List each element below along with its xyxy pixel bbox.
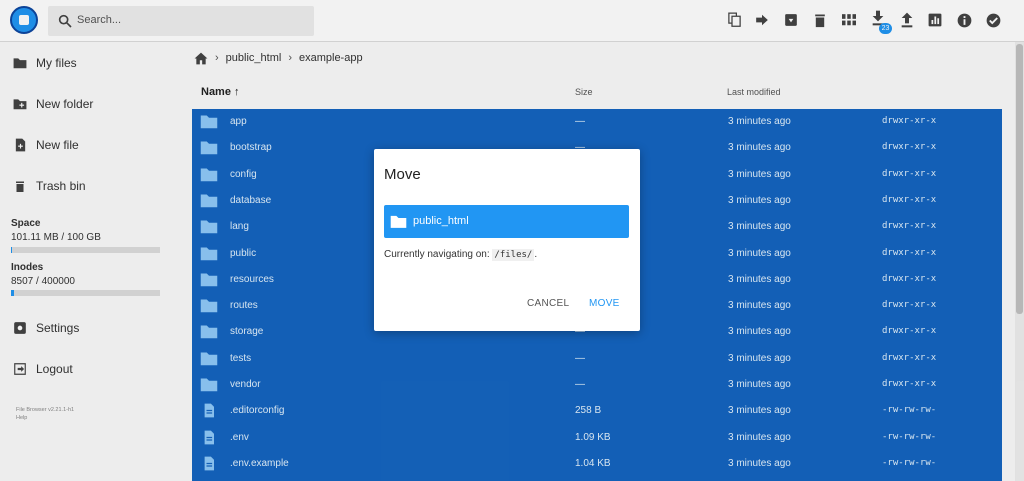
cancel-button[interactable]: CANCEL <box>527 298 569 309</box>
current-path-suffix: . <box>534 249 538 260</box>
current-path-value: /files/ <box>492 249 535 261</box>
move-dialog: Move public_html Currently navigating on… <box>374 149 640 331</box>
move-button[interactable]: MOVE <box>589 298 620 309</box>
directory-item-public-html[interactable]: public_html <box>384 205 629 238</box>
current-path-text: Currently navigating on: /files/. <box>384 249 538 261</box>
dialog-title: Move <box>384 166 421 183</box>
directory-item-label: public_html <box>413 215 469 227</box>
current-path-prefix: Currently navigating on: <box>384 249 493 260</box>
folder-icon <box>390 215 407 228</box>
